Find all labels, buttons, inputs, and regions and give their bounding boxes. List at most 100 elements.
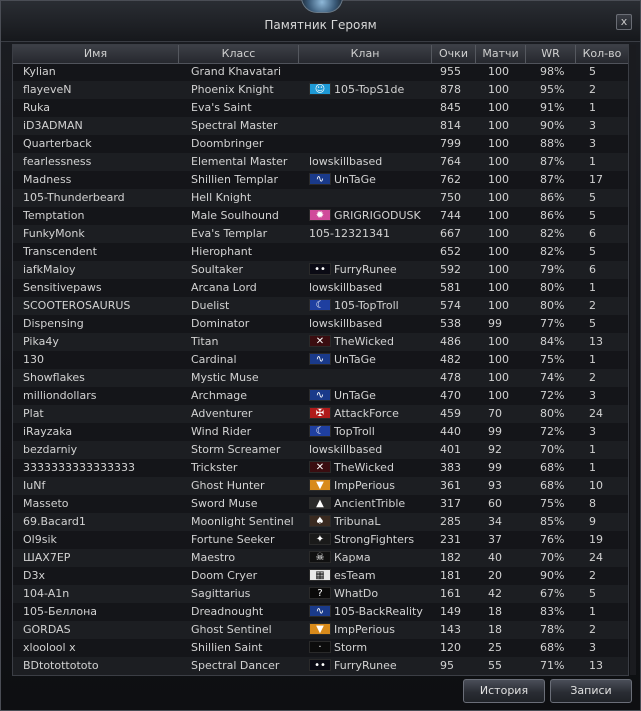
- table-row[interactable]: BDtotottototo Spectral Dancer •• FurryRunee…: [13, 657, 628, 675]
- column-header-name[interactable]: Имя: [13, 45, 179, 63]
- records-button-label: Записи: [570, 684, 612, 697]
- table-row[interactable]: 104-A1n Sagittarius? WhatDo 161 42 67% 5: [13, 585, 628, 603]
- player-count: 19: [589, 533, 603, 546]
- history-button[interactable]: История: [463, 679, 545, 703]
- table-row[interactable]: Ol9sik Fortune Seeker ✦ StrongFighters 231 37…: [13, 531, 628, 549]
- column-header-wr[interactable]: WR: [526, 45, 576, 63]
- moon-crest-icon: ☾: [309, 299, 331, 311]
- column-header-matches[interactable]: Матчи: [476, 45, 526, 63]
- table-row[interactable]: xloolool x Shillien Saint · Storm 120 25 68% 3: [13, 639, 628, 657]
- player-count: 10: [589, 479, 603, 492]
- table-row[interactable]: Quarterback Doombringer 799 100 88% 3: [13, 135, 628, 153]
- player-class: Spectral Dancer: [191, 659, 280, 672]
- clan-name: UnTaGe: [334, 353, 376, 366]
- player-class: Wind Rider: [191, 425, 252, 438]
- player-class: Hell Knight: [191, 191, 252, 204]
- player-points: 581: [440, 281, 461, 294]
- player-count: 2: [589, 371, 596, 384]
- table-row[interactable]: Kylian Grand Khavatari 955 100 98% 5: [13, 63, 628, 81]
- table-row[interactable]: fearlessness Elemental Master lowskillbase…: [13, 153, 628, 171]
- table-row[interactable]: iRayzaka Wind Rider ☾ TopTroll 440 99 72% 3: [13, 423, 628, 441]
- records-button[interactable]: Записи: [550, 679, 632, 703]
- clan-name: 105-TopS1de: [334, 83, 405, 96]
- table-row[interactable]: milliondollars Archmage ∿ UnTaGe 470 100 72% 3: [13, 387, 628, 405]
- table-row[interactable]: ШАХ7ЕР Maestro ☠ Карма 182 40 70% 24: [13, 549, 628, 567]
- player-winrate: 76%: [540, 533, 565, 546]
- player-points: 459: [440, 407, 461, 420]
- table-row[interactable]: 105-Беллона Dreadnought ∿ 105-BackReality 14…: [13, 603, 628, 621]
- close-button[interactable]: x: [616, 14, 632, 30]
- column-header-clan[interactable]: Клан: [299, 45, 432, 63]
- table-row[interactable]: Dispensing Dominator lowskillbased 538 99 77%…: [13, 315, 628, 333]
- table-row[interactable]: Temptation Male Soulhound ✹ GRIGRIGODUSK 744…: [13, 207, 628, 225]
- red-x-crest-icon: ✕: [309, 335, 331, 347]
- clan-name: lowskillbased: [309, 281, 383, 294]
- player-name: Masseto: [23, 497, 69, 510]
- eagle-crest-icon: ♠: [309, 515, 331, 527]
- column-header-class[interactable]: Класс: [179, 45, 299, 63]
- player-clan: •• FurryRunee: [309, 261, 431, 279]
- player-winrate: 80%: [540, 407, 565, 420]
- player-clan: ✕ TheWicked: [309, 459, 431, 477]
- eyes-crest-icon: ••: [309, 659, 331, 671]
- table-row[interactable]: Plat Adventurer ✠ AttackForce 459 70 80% 24: [13, 405, 628, 423]
- player-points: 383: [440, 461, 461, 474]
- player-class: Titan: [191, 335, 219, 348]
- table-row[interactable]: bezdarniy Storm Screamer lowskillbased 401 9…: [13, 441, 628, 459]
- player-class: Adventurer: [191, 407, 253, 420]
- table-row[interactable]: 130 Cardinal ∿ UnTaGe 482 100 75% 1: [13, 351, 628, 369]
- column-header-count[interactable]: Кол-во: [576, 45, 628, 63]
- table-row[interactable]: GORDAS Ghost Sentinel ▼ ImpPerious 143 18 78% 2: [13, 621, 628, 639]
- player-winrate: 82%: [540, 245, 565, 258]
- player-clan: [309, 189, 431, 207]
- player-count: 1: [589, 461, 596, 474]
- player-name: BDtotottototo: [23, 659, 99, 672]
- table-row[interactable]: Pika4y Titan ✕ TheWicked 486 100 84% 13: [13, 333, 628, 351]
- player-count: 1: [589, 155, 596, 168]
- player-name: 104-A1n: [23, 587, 70, 600]
- player-points: 181: [440, 569, 461, 582]
- table-row[interactable]: D3x Doom Cryer ▦ esTeam 181 20 90% 2: [13, 567, 628, 585]
- scrollbar[interactable]: [630, 45, 636, 675]
- player-winrate: 83%: [540, 605, 565, 618]
- clan-name: AttackForce: [334, 407, 399, 420]
- table-row[interactable]: SCOOTEROSAURUS Duelist ☾ 105-TopTroll 574 100…: [13, 297, 628, 315]
- player-name: IuNf: [23, 479, 46, 492]
- title-bar[interactable]: Памятник Героям x: [1, 0, 640, 42]
- clan-name: 105-12321341: [309, 227, 390, 240]
- clan-name: 105-TopTroll: [334, 299, 399, 312]
- player-name: Transcendent: [23, 245, 97, 258]
- table-row[interactable]: Masseto Sword Muse ▲ AncientTrible 317 60 75% 8: [13, 495, 628, 513]
- player-points: 486: [440, 335, 461, 348]
- table-row[interactable]: Madness Shillien Templar ∿ UnTaGe 762 100 87% 1…: [13, 171, 628, 189]
- column-header-points[interactable]: Очки: [432, 45, 476, 63]
- player-points: 478: [440, 371, 461, 384]
- player-clan: ✹ GRIGRIGODUSK: [309, 207, 431, 225]
- table-row[interactable]: IuNf Ghost Hunter ▼ ImpPerious 361 93 68% 10: [13, 477, 628, 495]
- table-row[interactable]: Showflakes Mystic Muse 478 100 74% 2: [13, 369, 628, 387]
- player-matches: 99: [488, 317, 502, 330]
- table-row[interactable]: Sensitivepaws Arcana Lord lowskillbased 581…: [13, 279, 628, 297]
- blue-swirl-crest-icon: ∿: [309, 353, 331, 365]
- player-clan: ✠ AttackForce: [309, 405, 431, 423]
- clan-name: UnTaGe: [334, 389, 376, 402]
- player-class: Arcana Lord: [191, 281, 257, 294]
- table-row[interactable]: 3333333333333333 Trickster ✕ TheWicked 383 99…: [13, 459, 628, 477]
- player-name: iD3ADMAN: [23, 119, 83, 132]
- player-winrate: 85%: [540, 515, 565, 528]
- table-row[interactable]: FunkyMonk Eva's Templar 105-12321341 667 100…: [13, 225, 628, 243]
- table-row[interactable]: iafkMaloy Soultaker •• FurryRunee 592 100 79% 6: [13, 261, 628, 279]
- player-points: 182: [440, 551, 461, 564]
- table-row[interactable]: Transcendent Hierophant 652 100 82% 5: [13, 243, 628, 261]
- table-row[interactable]: iD3ADMAN Spectral Master 814 100 90% 3: [13, 117, 628, 135]
- player-class: Sagittarius: [191, 587, 251, 600]
- player-class: Eva's Saint: [191, 101, 252, 114]
- table-row[interactable]: flayeveN Phoenix Knight ☺ 105-TopS1de 878 100…: [13, 81, 628, 99]
- player-name: 69.Bacard1: [23, 515, 86, 528]
- table-row[interactable]: Ruka Eva's Saint 845 100 91% 1: [13, 99, 628, 117]
- player-class: Grand Khavatari: [191, 65, 282, 78]
- player-winrate: 82%: [540, 227, 565, 240]
- table-row[interactable]: 105-Thunderbeard Hell Knight 750 100 86% 5: [13, 189, 628, 207]
- player-count: 1: [589, 605, 596, 618]
- table-row[interactable]: 69.Bacard1 Moonlight Sentinel ♠ TribunaL 285…: [13, 513, 628, 531]
